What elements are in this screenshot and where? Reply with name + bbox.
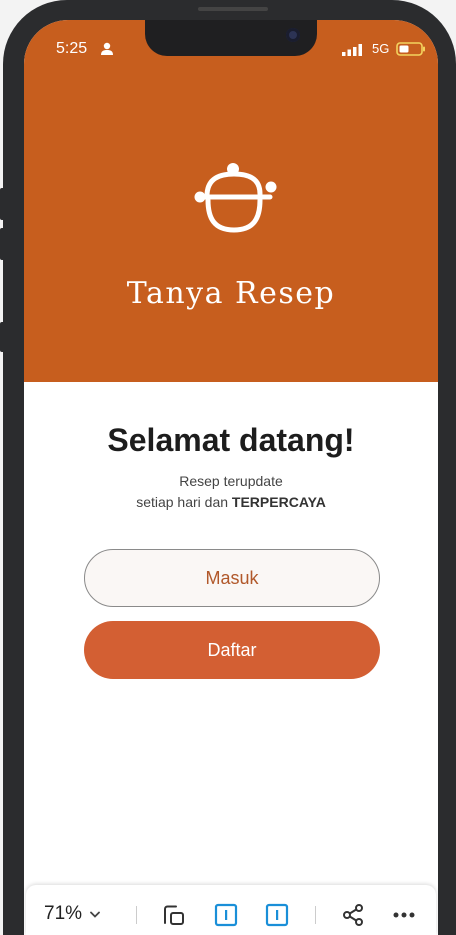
rotate-device-icon[interactable] bbox=[162, 903, 186, 927]
toolbar-divider bbox=[315, 906, 316, 924]
notch bbox=[145, 20, 317, 56]
speaker-slit bbox=[198, 7, 268, 11]
status-time: 5:25 bbox=[56, 40, 88, 57]
pot-icon bbox=[194, 163, 277, 233]
signal-icon bbox=[342, 44, 362, 56]
zoom-level[interactable]: 71% bbox=[44, 903, 82, 925]
hero-banner: 5:25 5G Tanya Resep bbox=[24, 20, 438, 382]
login-button-label: Masuk bbox=[205, 567, 259, 588]
welcome-heading: Selamat datang! bbox=[107, 422, 355, 458]
camera-icon bbox=[286, 28, 300, 42]
phone-frame: 5:25 5G Tanya Resep Selamat datang! Rese… bbox=[0, 0, 456, 935]
phone-screen: 5:25 5G Tanya Resep Selamat datang! Rese… bbox=[24, 20, 438, 935]
portrait-icon-alt[interactable] bbox=[265, 903, 289, 927]
more-icon[interactable] bbox=[392, 903, 416, 927]
power-button bbox=[0, 322, 6, 352]
share-icon[interactable] bbox=[341, 903, 365, 927]
welcome-subtitle: Resep terupdate setiap hari dan TERPERCA… bbox=[24, 471, 438, 513]
portrait-icon[interactable] bbox=[214, 903, 238, 927]
person-icon bbox=[101, 42, 113, 55]
register-button-label: Daftar bbox=[207, 639, 257, 660]
volume-up-button bbox=[0, 188, 6, 220]
subtitle-line-2: setiap hari dan TERPERCAYA bbox=[24, 492, 438, 513]
toolbar-divider bbox=[136, 906, 137, 924]
bottom-toolbar: 71% bbox=[26, 885, 436, 935]
chevron-down-icon[interactable] bbox=[90, 911, 100, 919]
subtitle-highlight: TERPERCAYA bbox=[231, 494, 326, 510]
subtitle-line-2-prefix: setiap hari dan bbox=[136, 494, 232, 510]
login-button[interactable]: Masuk bbox=[84, 549, 380, 607]
battery-icon bbox=[396, 42, 425, 56]
subtitle-line-1: Resep terupdate bbox=[179, 473, 283, 489]
network-type: 5G bbox=[372, 41, 390, 56]
app-title: Tanya Resep bbox=[126, 276, 336, 311]
volume-down-button bbox=[0, 228, 6, 260]
register-button[interactable]: Daftar bbox=[84, 621, 380, 679]
